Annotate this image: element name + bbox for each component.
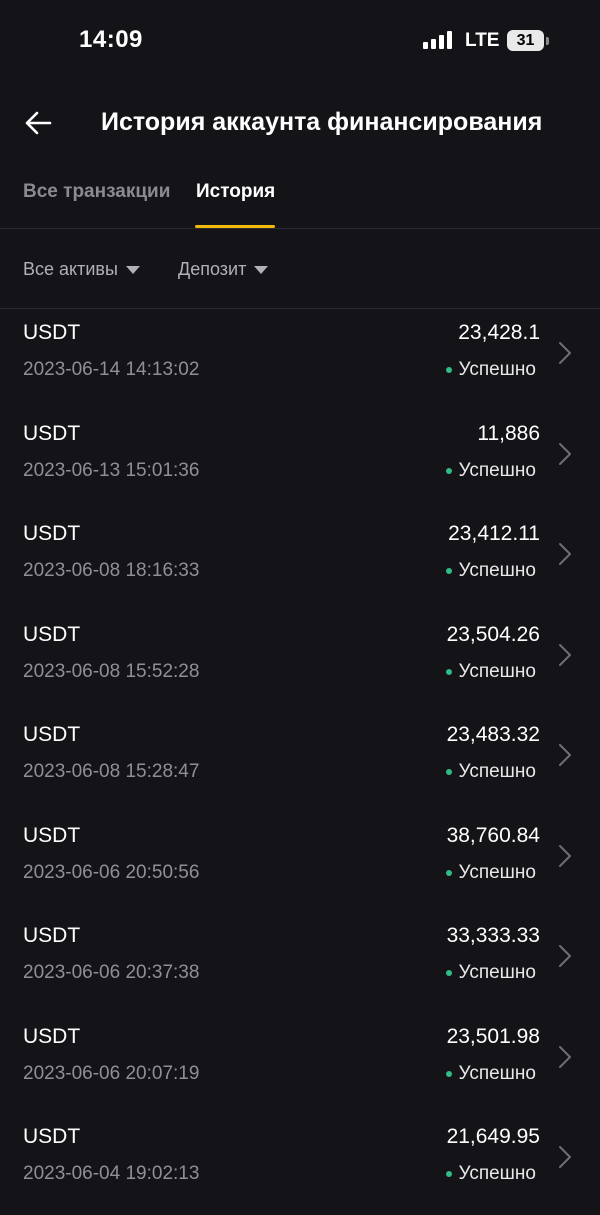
battery-tip bbox=[546, 37, 549, 45]
transaction-status: Успешно bbox=[445, 761, 536, 783]
transaction-status-label: Успешно bbox=[458, 761, 536, 782]
chevron-right-icon bbox=[559, 844, 571, 867]
transaction-asset: USDT bbox=[23, 723, 81, 746]
type-filter-label: Депозит bbox=[178, 259, 247, 279]
signal-icon bbox=[423, 31, 452, 49]
filter-bar: Все активы Депозит bbox=[0, 230, 600, 309]
transaction-amount: 23,428.1 bbox=[458, 321, 540, 344]
active-tab-indicator bbox=[195, 225, 275, 228]
transaction-status-label: Успешно bbox=[458, 962, 536, 983]
transaction-row[interactable]: USDT 2023-06-13 15:01:36 11,886 Успешно bbox=[0, 411, 600, 512]
transaction-datetime: 2023-06-14 14:13:02 bbox=[23, 359, 200, 380]
transaction-amount: 23,501.98 bbox=[446, 1024, 540, 1048]
transaction-datetime: 2023-06-08 15:52:28 bbox=[23, 660, 200, 682]
chevron-right-icon bbox=[559, 643, 571, 666]
transaction-asset: USDT bbox=[23, 321, 81, 344]
transaction-row[interactable]: USDT 2023-06-04 19:02:13 21,649.95 Успешно bbox=[0, 1114, 600, 1215]
transaction-list: USDT 2023-06-14 14:13:02 23,428.1 Успешно US… bbox=[0, 310, 600, 1215]
transaction-status-label: Успешно bbox=[458, 861, 536, 883]
status-bar: 14:09 LTE 31 bbox=[0, 0, 600, 80]
transaction-status: Успешно bbox=[445, 861, 536, 884]
transaction-asset: USDT bbox=[23, 924, 81, 947]
chevron-right-icon bbox=[559, 342, 571, 364]
transaction-asset: USDT bbox=[23, 622, 81, 646]
transaction-asset: USDT bbox=[23, 522, 81, 545]
transaction-amount: 23,412.11 bbox=[448, 522, 540, 545]
transaction-amount: 11,886 bbox=[477, 421, 540, 445]
transaction-amount: 33,333.33 bbox=[446, 924, 540, 947]
transaction-row[interactable]: USDT 2023-06-08 18:16:33 23,412.11 Успешно bbox=[0, 511, 600, 612]
transaction-amount: 23,504.26 bbox=[446, 622, 540, 646]
status-dot-icon bbox=[445, 467, 452, 474]
transaction-status-label: Успешно bbox=[458, 660, 536, 682]
transaction-datetime: 2023-06-08 18:16:33 bbox=[23, 560, 200, 581]
transaction-status-label: Успешно bbox=[458, 459, 536, 481]
transaction-row[interactable]: USDT 2023-06-06 20:07:19 23,501.98 Успешно bbox=[0, 1014, 600, 1115]
transaction-asset: USDT bbox=[23, 823, 81, 847]
status-dot-icon bbox=[445, 1171, 452, 1177]
transaction-datetime: 2023-06-06 20:07:19 bbox=[23, 1062, 200, 1084]
chevron-right-icon bbox=[559, 1146, 571, 1168]
status-dot-icon bbox=[445, 769, 452, 775]
transaction-status: Успешно bbox=[445, 459, 536, 482]
transaction-amount: 38,760.84 bbox=[446, 823, 540, 847]
tab-all-transactions[interactable]: Все транзакции bbox=[23, 181, 170, 203]
transaction-row[interactable]: USDT 2023-06-06 20:50:56 38,760.84 Успешно bbox=[0, 813, 600, 914]
type-filter-dropdown[interactable]: Депозит bbox=[178, 259, 269, 280]
chevron-right-icon bbox=[559, 945, 571, 967]
transaction-row[interactable]: USDT 2023-06-08 15:52:28 23,504.26 Успешно bbox=[0, 612, 600, 713]
tab-history[interactable]: История bbox=[196, 181, 275, 203]
status-dot-icon bbox=[445, 668, 452, 675]
arrow-left-icon[interactable] bbox=[22, 107, 54, 139]
chevron-right-icon bbox=[559, 543, 571, 565]
status-dot-icon bbox=[445, 1070, 452, 1077]
tab-bar: Все транзакции История bbox=[0, 168, 600, 229]
header: История аккаунта финансирования bbox=[0, 95, 600, 151]
page-title: История аккаунта финансирования bbox=[101, 108, 543, 136]
transaction-status: Успешно bbox=[445, 560, 536, 582]
status-time: 14:09 bbox=[79, 26, 143, 53]
transaction-status: Успешно bbox=[445, 660, 536, 683]
transaction-asset: USDT bbox=[23, 1125, 81, 1148]
assets-filter-dropdown[interactable]: Все активы bbox=[23, 259, 140, 280]
transaction-asset: USDT bbox=[23, 421, 81, 445]
transaction-amount: 23,483.32 bbox=[446, 723, 540, 746]
caret-down-icon bbox=[254, 265, 269, 274]
transaction-datetime: 2023-06-08 15:28:47 bbox=[23, 761, 200, 782]
battery-icon: 31 bbox=[507, 30, 544, 51]
chevron-right-icon bbox=[559, 744, 571, 766]
transaction-status: Успешно bbox=[445, 962, 536, 984]
transaction-asset: USDT bbox=[23, 1024, 81, 1048]
transaction-amount: 21,649.95 bbox=[446, 1125, 540, 1148]
transaction-row[interactable]: USDT 2023-06-08 15:28:47 23,483.32 Успешно bbox=[0, 712, 600, 813]
transaction-row[interactable]: USDT 2023-06-14 14:13:02 23,428.1 Успешно bbox=[0, 310, 600, 411]
transaction-status-label: Успешно bbox=[458, 1062, 536, 1084]
transaction-status: Успешно bbox=[445, 1062, 536, 1085]
status-dot-icon bbox=[445, 970, 452, 976]
transaction-status: Успешно bbox=[445, 359, 536, 381]
transaction-status-label: Успешно bbox=[458, 560, 536, 581]
transaction-row[interactable]: USDT 2023-06-06 20:37:38 33,333.33 Успешно bbox=[0, 913, 600, 1014]
status-dot-icon bbox=[445, 568, 452, 574]
status-dot-icon bbox=[445, 869, 452, 876]
transaction-datetime: 2023-06-13 15:01:36 bbox=[23, 459, 200, 481]
chevron-right-icon bbox=[559, 442, 571, 465]
transaction-datetime: 2023-06-04 19:02:13 bbox=[23, 1163, 200, 1184]
chevron-right-icon bbox=[559, 1045, 571, 1068]
assets-filter-label: Все активы bbox=[23, 259, 118, 279]
caret-down-icon bbox=[125, 265, 140, 274]
network-type: LTE bbox=[465, 30, 500, 51]
transaction-status-label: Успешно bbox=[458, 1163, 536, 1184]
transaction-status-label: Успешно bbox=[458, 359, 536, 380]
transaction-datetime: 2023-06-06 20:50:56 bbox=[23, 861, 200, 883]
status-dot-icon bbox=[445, 367, 452, 373]
transaction-datetime: 2023-06-06 20:37:38 bbox=[23, 962, 200, 983]
transaction-status: Успешно bbox=[445, 1163, 536, 1185]
